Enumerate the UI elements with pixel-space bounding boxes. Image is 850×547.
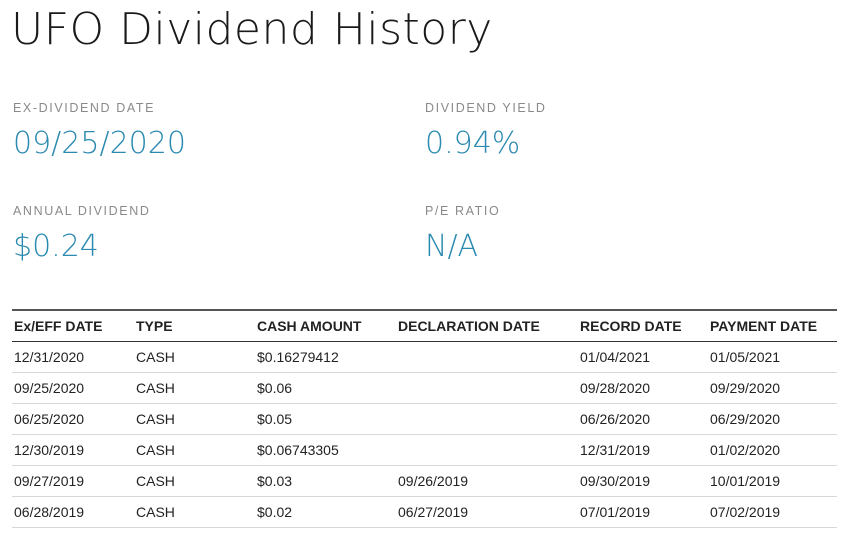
cell-ex-eff-date: 06/28/2019 <box>12 496 134 528</box>
cell-cash-amount: $0.06 <box>255 372 396 404</box>
cell-declaration-date <box>396 341 578 373</box>
cell-payment-date: 07/02/2019 <box>708 496 837 528</box>
cell-cash-amount: $0.06743305 <box>255 434 396 466</box>
stat-value: N/A <box>425 228 479 264</box>
column-header-record-date[interactable]: RECORD DATE <box>578 309 708 342</box>
table-row: 12/30/2019 CASH $0.06743305 12/31/2019 0… <box>12 434 837 466</box>
stat-value: 09/25/2020 <box>13 125 186 161</box>
cell-declaration-date: 06/27/2019 <box>396 496 578 528</box>
stat-value: 0.94% <box>425 125 521 161</box>
stat-pe-ratio: P/E RATIO N/A <box>425 205 805 262</box>
stat-label: P/E RATIO <box>425 204 501 218</box>
cell-type: CASH <box>134 372 255 404</box>
cell-type: CASH <box>134 465 255 497</box>
table-row: 09/27/2019 CASH $0.03 09/26/2019 09/30/2… <box>12 465 837 497</box>
stat-label: ANNUAL DIVIDEND <box>13 204 151 218</box>
cell-record-date: 01/04/2021 <box>578 341 708 373</box>
table-row: 09/25/2020 CASH $0.06 09/28/2020 09/29/2… <box>12 372 837 404</box>
stat-dividend-yield: DIVIDEND YIELD 0.94% <box>425 102 805 159</box>
stat-value: $0.24 <box>13 228 99 264</box>
stat-label: EX-DIVIDEND DATE <box>13 101 156 115</box>
table-row: 06/25/2020 CASH $0.05 06/26/2020 06/29/2… <box>12 403 837 435</box>
cell-ex-eff-date: 12/30/2019 <box>12 434 134 466</box>
cell-payment-date: 01/02/2020 <box>708 434 837 466</box>
cell-payment-date: 09/29/2020 <box>708 372 837 404</box>
cell-ex-eff-date: 09/25/2020 <box>12 372 134 404</box>
cell-type: CASH <box>134 341 255 373</box>
column-header-declaration-date[interactable]: DECLARATION DATE <box>396 309 578 342</box>
cell-declaration-date: 09/26/2019 <box>396 465 578 497</box>
cell-record-date: 12/31/2019 <box>578 434 708 466</box>
cell-ex-eff-date: 09/27/2019 <box>12 465 134 497</box>
stat-ex-dividend-date: EX-DIVIDEND DATE 09/25/2020 <box>13 102 393 159</box>
table-row: 06/28/2019 CASH $0.02 06/27/2019 07/01/2… <box>12 496 837 528</box>
cell-declaration-date <box>396 434 578 466</box>
stat-label: DIVIDEND YIELD <box>425 101 547 115</box>
cell-cash-amount: $0.16279412 <box>255 341 396 373</box>
cell-record-date: 09/30/2019 <box>578 465 708 497</box>
cell-cash-amount: $0.03 <box>255 465 396 497</box>
cell-payment-date: 10/01/2019 <box>708 465 837 497</box>
cell-payment-date: 06/29/2020 <box>708 403 837 435</box>
cell-payment-date: 01/05/2021 <box>708 341 837 373</box>
cell-record-date: 07/01/2019 <box>578 496 708 528</box>
column-header-type[interactable]: TYPE <box>134 309 255 342</box>
stat-annual-dividend: ANNUAL DIVIDEND $0.24 <box>13 205 393 262</box>
table-header-row: Ex/EFF DATE TYPE CASH AMOUNT DECLARATION… <box>12 309 837 342</box>
cell-cash-amount: $0.05 <box>255 403 396 435</box>
column-header-payment-date[interactable]: PAYMENT DATE <box>708 309 837 342</box>
column-header-cash-amount[interactable]: CASH AMOUNT <box>255 309 396 342</box>
table-row: 12/31/2020 CASH $0.16279412 01/04/2021 0… <box>12 341 837 373</box>
cell-type: CASH <box>134 434 255 466</box>
page-title: UFO Dividend History <box>11 4 493 55</box>
cell-type: CASH <box>134 496 255 528</box>
cell-ex-eff-date: 06/25/2020 <box>12 403 134 435</box>
dividend-history-table: Ex/EFF DATE TYPE CASH AMOUNT DECLARATION… <box>12 309 837 528</box>
column-header-ex-eff-date[interactable]: Ex/EFF DATE <box>12 309 134 342</box>
cell-ex-eff-date: 12/31/2020 <box>12 341 134 373</box>
cell-record-date: 06/26/2020 <box>578 403 708 435</box>
cell-cash-amount: $0.02 <box>255 496 396 528</box>
cell-type: CASH <box>134 403 255 435</box>
cell-declaration-date <box>396 403 578 435</box>
cell-declaration-date <box>396 372 578 404</box>
cell-record-date: 09/28/2020 <box>578 372 708 404</box>
